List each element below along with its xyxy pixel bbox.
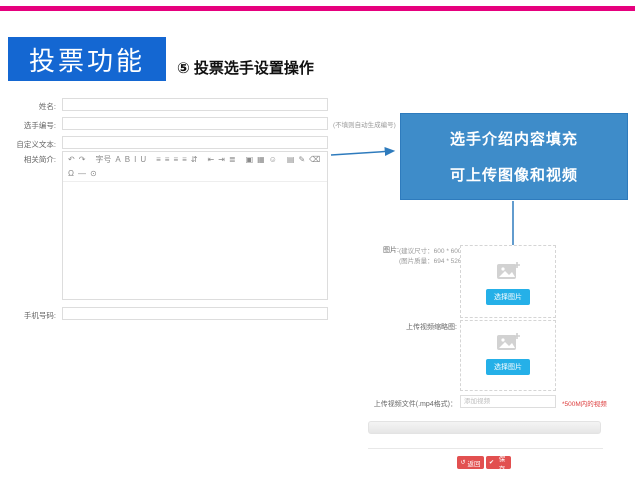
toolbar-icon[interactable]: B (125, 154, 130, 166)
page-title: 投票功能 (29, 41, 145, 78)
toolbar-icon[interactable]: ⇥ (218, 154, 225, 166)
image-label: 图片: (383, 245, 399, 255)
image-placeholder-icon (496, 332, 520, 351)
image-note-2: (图片质量：694 * 526) (399, 255, 464, 265)
toolbar-icon[interactable]: ✎ (298, 154, 305, 166)
toolbar-icon[interactable]: ↶ (68, 154, 75, 166)
toolbar-icon[interactable]: 字号 (95, 154, 111, 166)
slide-title-box: 投票功能 (8, 37, 166, 81)
save-button[interactable]: ✔ 保存 (486, 456, 511, 469)
intro-rich-text-editor: ↶↷字号ABIU≡≡≡≡⇵⇤⇥≣▣▦☺▤✎⌫⤢ Ω—⊙ (62, 151, 328, 300)
toolbar-icon[interactable]: ≣ (229, 154, 236, 166)
toolbar-icon[interactable]: ≡ (156, 154, 161, 166)
name-input[interactable] (62, 98, 328, 111)
phone-label: 手机号码: (0, 310, 56, 321)
top-accent-stripe (0, 6, 635, 11)
editor-toolbar-row2: Ω — ⊙ (63, 167, 327, 181)
toolbar-icon[interactable]: ☺ (269, 154, 277, 166)
video-file-input[interactable] (460, 395, 556, 408)
image-upload-dropzone: 选择图片 (460, 245, 556, 318)
toolbar-icon[interactable]: ≡ (173, 154, 178, 166)
phone-input[interactable] (62, 307, 328, 320)
video-size-warning: *500M内的视频 (562, 398, 607, 408)
toolbar-icon[interactable]: — (78, 168, 86, 180)
toolbar-icon[interactable]: ⇤ (208, 154, 215, 166)
toolbar-icon[interactable]: U (140, 154, 146, 166)
callout-line1: 选手介绍内容填充 (450, 128, 578, 149)
toolbar-icon[interactable]: ▦ (257, 154, 265, 166)
toolbar-icon[interactable]: Ω (68, 168, 74, 180)
slide-heading: ⑤ 投票选手设置操作 (177, 57, 314, 78)
toolbar-icon[interactable]: ▣ (246, 154, 254, 166)
back-button[interactable]: ↺ 返回 (457, 456, 484, 469)
toolbar-icon[interactable]: ≡ (182, 154, 187, 166)
intro-label: 相关简介: (0, 154, 56, 165)
image-placeholder-icon (496, 261, 520, 280)
save-button-label: 保存 (496, 453, 508, 473)
check-icon: ✔ (489, 459, 494, 466)
number-label: 选手编号: (0, 120, 56, 131)
callout-line2: 可上传图像和视频 (450, 164, 578, 185)
choose-image-button[interactable]: 选择图片 (486, 289, 530, 305)
annotation-callout: 选手介绍内容填充 可上传图像和视频 (400, 113, 628, 200)
choose-thumb-button[interactable]: 选择图片 (486, 359, 530, 375)
video-file-label: 上传视频文件(.mp4格式)： (350, 399, 457, 409)
number-auto-note: (不填则自动生成编号) (333, 119, 396, 129)
image-note-1: (建议尺寸：600 * 600) (399, 245, 464, 255)
toolbar-icon[interactable]: ≡ (165, 154, 170, 166)
editor-toolbar-row1: ↶↷字号ABIU≡≡≡≡⇵⇤⇥≣▣▦☺▤✎⌫⤢ (63, 152, 327, 167)
toolbar-icon[interactable]: ↷ (79, 154, 86, 166)
undo-icon: ↺ (460, 459, 465, 466)
custom-text-input[interactable] (62, 136, 328, 149)
name-label: 姓名: (0, 101, 56, 112)
toolbar-icon[interactable]: A (115, 154, 120, 166)
video-thumb-label: 上传视频缩略图: (380, 322, 457, 332)
custom-text-label: 自定义文本: (0, 139, 56, 150)
number-input[interactable] (62, 117, 328, 130)
slide-canvas: 投票功能 ⑤ 投票选手设置操作 姓名: 选手编号: 自定义文本: 相关简介: 手… (0, 0, 635, 479)
arrow-editor-to-callout (331, 151, 393, 155)
upload-progress-bar (368, 421, 601, 434)
footer-divider (368, 448, 603, 449)
toolbar-icon[interactable]: I (134, 154, 136, 166)
toolbar-icon[interactable]: ⌫ (309, 154, 320, 166)
editor-content-area[interactable] (63, 181, 327, 298)
toolbar-icon[interactable]: ⇵ (191, 154, 198, 166)
video-thumb-dropzone: 选择图片 (460, 320, 556, 391)
back-button-label: 返回 (468, 458, 481, 468)
toolbar-icon[interactable]: ⊙ (90, 168, 97, 180)
toolbar-icon[interactable]: ▤ (287, 154, 295, 166)
